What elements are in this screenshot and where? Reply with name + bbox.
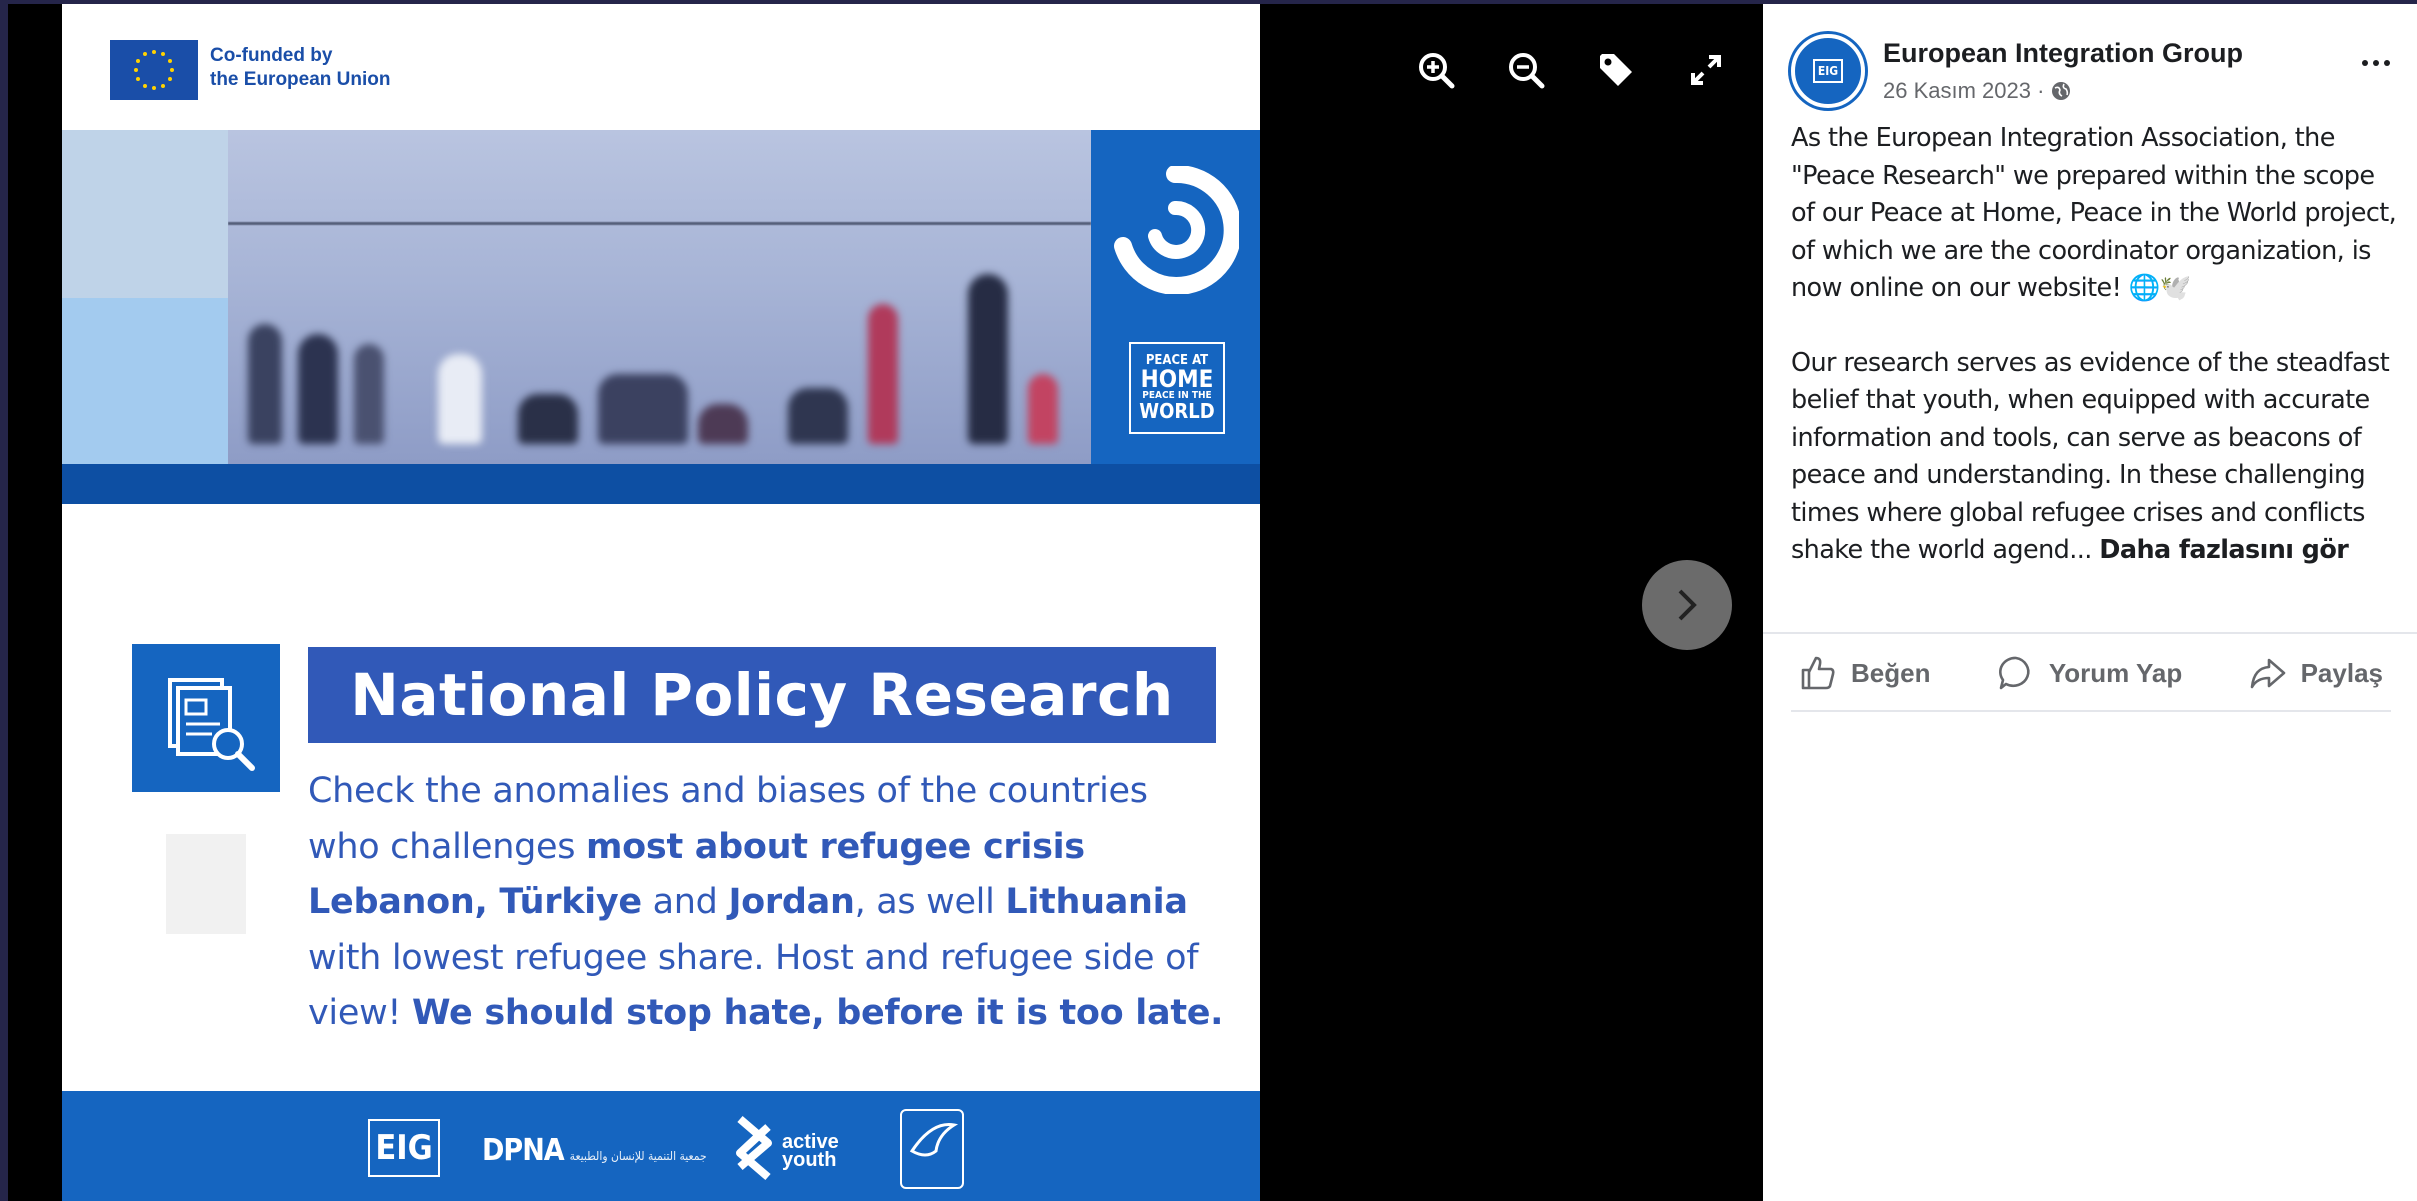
body-text-2: and xyxy=(641,882,729,922)
eu-star xyxy=(143,83,147,88)
research-document-icon xyxy=(132,644,280,792)
share-icon xyxy=(2250,658,2285,689)
eu-star xyxy=(143,52,147,57)
eu-star xyxy=(152,50,156,54)
eu-line-2: the European Union xyxy=(210,69,391,90)
thumbs-up-icon xyxy=(1801,656,1835,690)
peace-logo-panel: PEACE AT HOME PEACE IN THE WORLD xyxy=(1091,130,1260,464)
more-options-button[interactable] xyxy=(2353,48,2399,78)
share-label: Paylaş xyxy=(2300,657,2383,688)
like-button[interactable]: Beğen xyxy=(1791,654,1938,692)
swirl-logo-icon xyxy=(1114,166,1239,294)
poster-title: National Policy Research xyxy=(308,647,1216,743)
like-label: Beğen xyxy=(1851,657,1931,688)
post-actions: Beğen Yorum Yap Paylaş xyxy=(1791,644,2391,702)
eig-logo: EIG xyxy=(368,1119,440,1177)
badge-line-4: WORLD xyxy=(1139,399,1215,423)
page-name-link[interactable]: European Integration Group xyxy=(1883,38,2243,69)
eu-star xyxy=(136,59,141,63)
dpna-logo-subtext: جمعية التنمية للإنسان والطبيعة xyxy=(569,1149,707,1163)
partner-logos-band: EIG DPNA جمعية التنمية للإنسان والطبيعة a… xyxy=(62,1091,1260,1201)
comment-icon xyxy=(1998,656,2030,690)
tag-icon[interactable] xyxy=(1594,48,1638,92)
divider xyxy=(1791,710,2391,712)
post-date[interactable]: 26 Kasım 2023 · xyxy=(1883,78,2044,104)
zoom-out-icon[interactable] xyxy=(1504,48,1548,92)
comment-button[interactable]: Yorum Yap xyxy=(1989,654,2190,692)
avatar-text: EIG xyxy=(1813,59,1843,83)
body-bold-4: We should stop hate, before it is too la… xyxy=(411,993,1224,1033)
active-youth-icon xyxy=(736,1115,772,1181)
divider xyxy=(1763,632,2417,634)
eu-star xyxy=(136,77,141,81)
hero-block-light xyxy=(62,130,228,298)
next-photo-button[interactable] xyxy=(1642,560,1732,650)
fullscreen-icon[interactable] xyxy=(1684,48,1728,92)
hero-photo xyxy=(228,130,1091,464)
media-viewer: Co-funded by the European Union PEACE AT… xyxy=(8,4,1763,1201)
eu-star xyxy=(152,86,156,90)
eu-star xyxy=(167,59,172,63)
active-youth-line-2: youth xyxy=(782,1149,837,1171)
poster-body-text: Check the anomalies and biases of the co… xyxy=(308,764,1228,1042)
eu-star xyxy=(167,77,172,81)
hero-block-mid xyxy=(62,298,228,622)
post-image: Co-funded by the European Union PEACE AT… xyxy=(62,4,1260,1201)
post-details-panel: EIG European Integration Group 26 Kasım … xyxy=(1763,4,2417,1201)
document-icon-ghost xyxy=(146,824,276,954)
comment-label: Yorum Yap xyxy=(2048,657,2183,688)
eu-star xyxy=(161,52,165,57)
active-youth-logo: active youth xyxy=(732,1113,842,1183)
eu-flag-icon xyxy=(110,40,198,100)
share-button[interactable]: Paylaş xyxy=(2241,654,2391,692)
post-paragraph-2: Our research serves as evidence of the s… xyxy=(1791,345,2401,570)
globe-icon xyxy=(2052,82,2071,100)
post-paragraph-2-text: Our research serves as evidence of the s… xyxy=(1791,347,2390,566)
see-more-link[interactable]: Daha fazlasını gör xyxy=(2099,535,2349,565)
body-bold-2: Jordan xyxy=(728,882,855,922)
dpna-logo-text: DPNA xyxy=(482,1133,565,1168)
eu-star xyxy=(170,68,174,72)
hero-bottom-bar xyxy=(62,464,1260,504)
eu-star xyxy=(134,68,138,72)
body-bold-3: Lithuania xyxy=(1005,882,1188,922)
badge-line-2: HOME xyxy=(1140,365,1214,393)
page-avatar[interactable]: EIG xyxy=(1791,34,1865,108)
eu-star xyxy=(161,83,165,88)
post-paragraph-1: As the European Integration Association,… xyxy=(1791,123,2397,303)
eu-cofunded-label: Co-funded by the European Union xyxy=(210,44,391,92)
generation-peace-logo xyxy=(900,1109,964,1189)
hero-banner: PEACE AT HOME PEACE IN THE WORLD xyxy=(62,130,1260,622)
chevron-right-icon xyxy=(1678,589,1697,621)
body-text-3: , as well xyxy=(854,882,1006,922)
barbed-wire xyxy=(228,222,1091,225)
post-meta: 26 Kasım 2023 · xyxy=(1883,78,2072,104)
pebbles-icon xyxy=(90,528,200,622)
dpna-logo: DPNA جمعية التنمية للإنسان والطبيعة xyxy=(482,1133,707,1168)
eu-line-1: Co-funded by xyxy=(210,45,333,66)
zoom-in-icon[interactable] xyxy=(1414,48,1458,92)
post-text: As the European Integration Association,… xyxy=(1791,120,2401,607)
peace-at-home-badge: PEACE AT HOME PEACE IN THE WORLD xyxy=(1129,342,1225,434)
